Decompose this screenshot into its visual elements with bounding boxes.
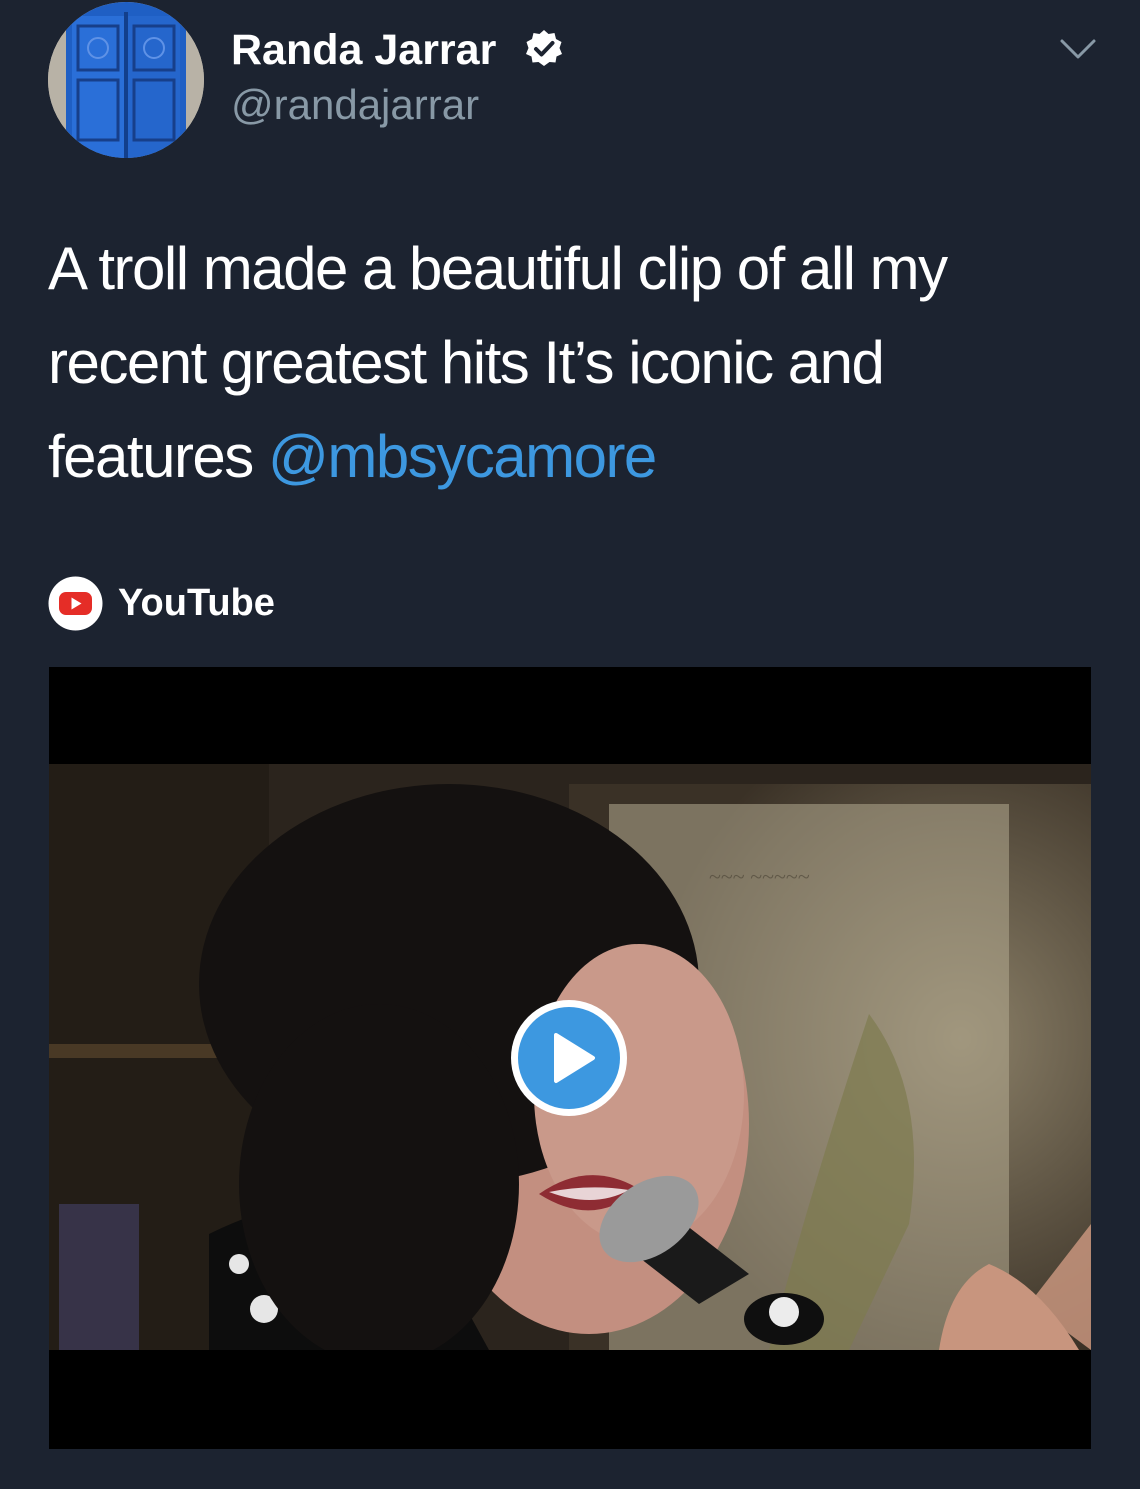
youtube-icon <box>48 576 103 631</box>
avatar-image <box>48 2 204 158</box>
card-source-label: YouTube <box>118 582 275 624</box>
mention-link[interactable]: @mbsycamore <box>268 423 657 490</box>
avatar[interactable] <box>48 2 204 158</box>
play-icon[interactable] <box>509 998 629 1118</box>
author-name[interactable]: Randa Jarrar <box>231 24 496 76</box>
author-handle[interactable]: @randajarrar <box>231 80 479 130</box>
verified-badge-icon <box>526 30 562 66</box>
chevron-down-icon[interactable] <box>1058 34 1098 64</box>
svg-text:~~~ ~~~~~: ~~~ ~~~~~ <box>709 864 810 889</box>
tweet-text: A troll made a beautiful clip of all my … <box>48 222 1088 504</box>
video-card[interactable]: ~~~ ~~~~~ <box>49 667 1091 1449</box>
